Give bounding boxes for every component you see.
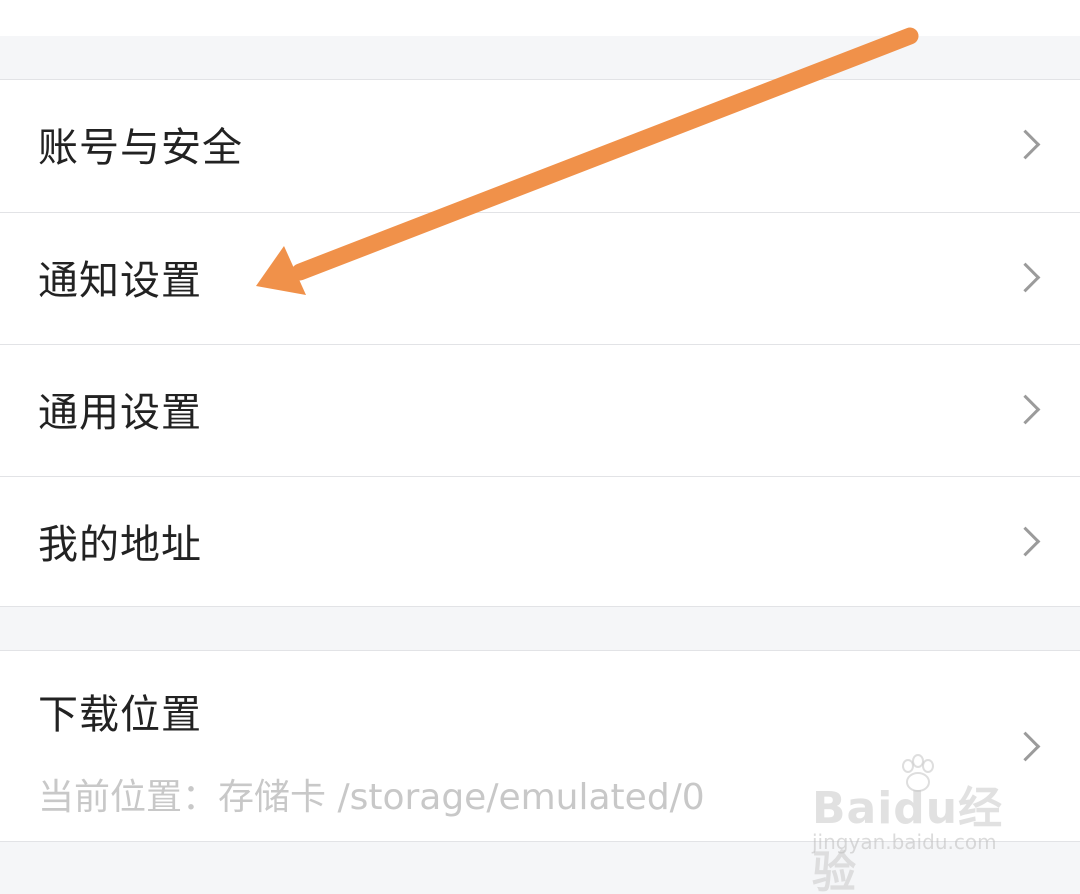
watermark: Baidu经验 jingyan.baidu.com xyxy=(812,754,1022,894)
watermark-url: jingyan.baidu.com xyxy=(812,830,997,854)
row-label: 我的地址 xyxy=(38,522,202,568)
settings-page: 账号与安全 通知设置 通用设置 我的地址 下载位置 当前位置：存储卡 /stor… xyxy=(0,0,1080,894)
row-label: 通用设置 xyxy=(38,390,202,436)
row-account-security[interactable]: 账号与安全 xyxy=(0,80,1080,212)
row-notification-settings[interactable]: 通知设置 xyxy=(0,212,1080,344)
row-label: 下载位置 xyxy=(38,692,202,738)
chevron-right-icon xyxy=(1010,262,1041,292)
row-label: 账号与安全 xyxy=(38,125,243,171)
row-my-address[interactable]: 我的地址 xyxy=(0,476,1080,608)
download-location-path: 当前位置：存储卡 /storage/emulated/0 xyxy=(38,777,705,818)
top-strip xyxy=(0,0,1080,36)
row-general-settings[interactable]: 通用设置 xyxy=(0,344,1080,476)
chevron-right-icon xyxy=(1010,129,1041,160)
chevron-right-icon xyxy=(1010,526,1041,556)
chevron-right-icon xyxy=(1010,394,1041,424)
row-label: 通知设置 xyxy=(38,258,202,304)
settings-group-main: 账号与安全 通知设置 通用设置 我的地址 xyxy=(0,79,1080,607)
